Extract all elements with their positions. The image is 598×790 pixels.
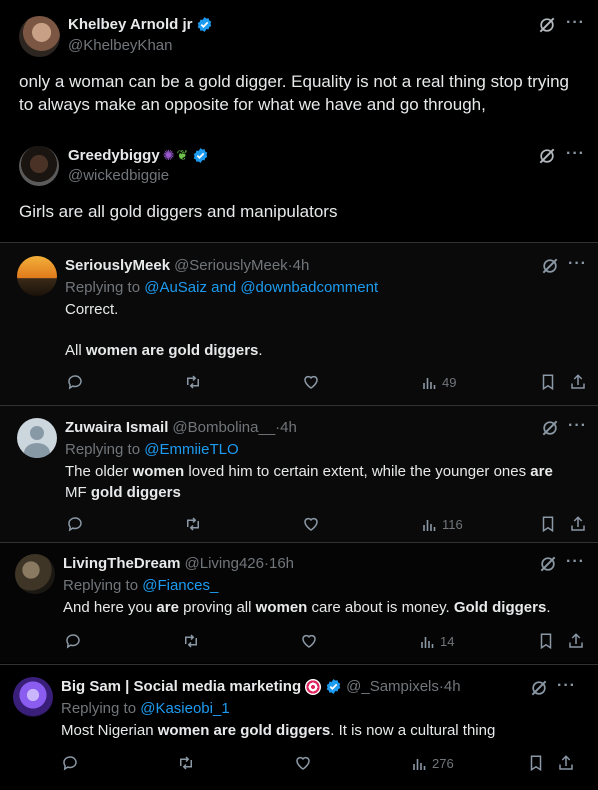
like-icon[interactable] [302,373,320,391]
tweet-text: only a woman can be a gold digger. Equal… [19,72,570,114]
grok-icon[interactable] [538,554,558,574]
octopus-emoji-icon: ✺ [162,147,175,163]
verified-badge-icon [198,17,212,32]
tweet-text: The older women loved him to certain ext… [65,463,553,480]
grok-icon[interactable] [537,146,557,166]
more-options-icon[interactable]: ··· [568,255,587,273]
avatar-default[interactable] [17,418,57,458]
author-handle[interactable]: @SeriouslyMeek [174,257,288,274]
bookmark-icon[interactable] [539,373,557,391]
more-options-icon[interactable]: ··· [566,14,585,32]
avatar-greedybiggy[interactable] [19,146,59,186]
retweet-icon[interactable] [182,632,200,650]
verified-badge-icon [326,679,341,694]
replying-to-label: Replying to [65,441,145,458]
avatar-bigsam[interactable] [13,677,53,717]
bookmark-icon[interactable] [539,515,557,533]
views-count: 14 [440,634,455,649]
share-icon[interactable] [567,632,585,650]
grok-icon[interactable] [540,418,560,438]
timestamp[interactable]: 4h [444,678,461,695]
like-icon[interactable] [302,515,320,533]
author-name[interactable]: SeriouslyMeek [65,257,170,274]
replying-to-link[interactable]: @EmmiieTLO [144,441,238,458]
action-bar: 14 [0,631,598,655]
author-name[interactable]: Khelbey Arnold jr [68,16,192,33]
retweet-icon[interactable] [184,515,202,533]
author-name[interactable]: LivingTheDream [63,555,181,572]
author-handle[interactable]: @Bombolina__ [172,419,275,436]
tweet-text: And here you are proving all women care … [63,599,551,616]
tweet-text-2: MF gold diggers [65,484,181,501]
author-handle[interactable]: @_Sampixels [346,678,439,695]
grok-icon[interactable] [529,678,549,698]
retweet-icon[interactable] [177,754,195,772]
tweet-text-2: All women are gold diggers. [65,342,263,359]
replying-to-label: Replying to [61,700,141,717]
timestamp[interactable]: 16h [269,555,294,572]
avatar-khelbey[interactable] [19,16,60,57]
grok-icon[interactable] [537,15,557,35]
bookmark-icon[interactable] [527,754,545,772]
views-count: 276 [432,756,454,771]
avatar-livingthedream[interactable] [15,554,55,594]
replying-to-link[interactable]: @AuSaiz and @downbadcomment [144,279,378,296]
reply-icon[interactable] [66,373,84,391]
views-icon[interactable] [412,757,426,771]
share-icon[interactable] [557,754,575,772]
replying-to-link[interactable]: @Kasieobi_1 [140,700,229,717]
replying-to-label: Replying to [63,577,143,594]
more-options-icon[interactable]: ··· [566,553,585,571]
reply-icon[interactable] [61,754,79,772]
more-options-icon[interactable]: ··· [566,145,585,163]
reply-icon[interactable] [64,632,82,650]
action-bar: 116 [0,514,598,538]
author-name[interactable]: Zuwaira Ismail [65,419,168,436]
reply-icon[interactable] [66,515,84,533]
timestamp[interactable]: 4h [280,419,297,436]
tweet-text: Correct. [65,301,119,318]
author-handle[interactable]: @Living426 [185,555,264,572]
share-icon[interactable] [569,373,587,391]
action-bar: 49 [0,372,598,396]
leaf-emoji-icon: ❦ [176,147,189,163]
more-options-icon[interactable]: ··· [568,417,587,435]
author-name[interactable]: Big Sam | Social media marketing [61,678,301,695]
retweet-icon[interactable] [184,373,202,391]
author-handle[interactable]: @KhelbeyKhan [68,37,172,54]
like-icon[interactable] [300,632,318,650]
bookmark-icon[interactable] [537,632,555,650]
verified-badge-icon [193,148,208,163]
views-icon[interactable] [422,376,436,390]
avatar-seriouslymeek[interactable] [17,256,57,296]
more-options-icon[interactable]: ··· [557,677,576,695]
target-emoji-icon [305,678,322,695]
views-icon[interactable] [420,635,434,649]
views-count: 49 [442,375,457,390]
grok-icon[interactable] [540,256,560,276]
tweet-text: Most Nigerian women are gold diggers. It… [61,722,496,739]
quoted-tweet[interactable]: Khelbey Arnold jr @KhelbeyKhan ··· only … [0,0,598,242]
replying-to-label: Replying to [65,279,145,296]
views-count: 116 [442,517,463,532]
action-bar: 276 [0,753,598,777]
inner-author-name[interactable]: Greedybiggy [68,147,160,164]
inner-tweet-text: Girls are all gold diggers and manipulat… [19,202,338,221]
inner-author-handle[interactable]: @wickedbiggie [68,167,169,184]
views-icon[interactable] [422,518,436,532]
replying-to-link[interactable]: @Fiances_ [142,577,218,594]
like-icon[interactable] [294,754,312,772]
timestamp[interactable]: 4h [293,257,310,274]
share-icon[interactable] [569,515,587,533]
